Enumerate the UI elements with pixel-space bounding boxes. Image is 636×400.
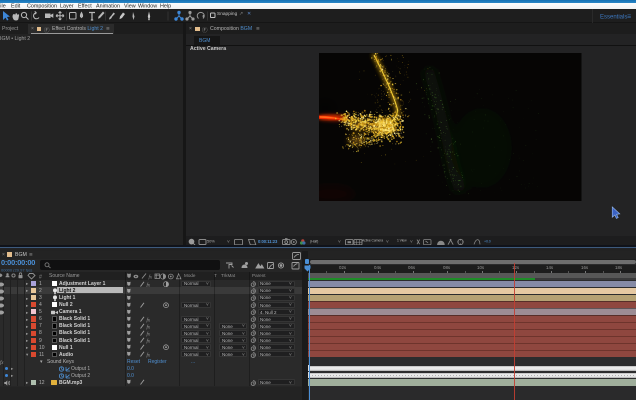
svg-text:#: #	[39, 274, 42, 280]
svg-text:fx: fx	[147, 354, 151, 358]
svg-text:fx: fx	[147, 340, 151, 344]
svg-text:fx: fx	[0, 361, 4, 365]
svg-text:fx: fx	[147, 283, 151, 287]
svg-text:fx: fx	[147, 333, 151, 337]
svg-text:fx: fx	[147, 319, 151, 323]
svg-text:fx: fx	[147, 326, 151, 330]
